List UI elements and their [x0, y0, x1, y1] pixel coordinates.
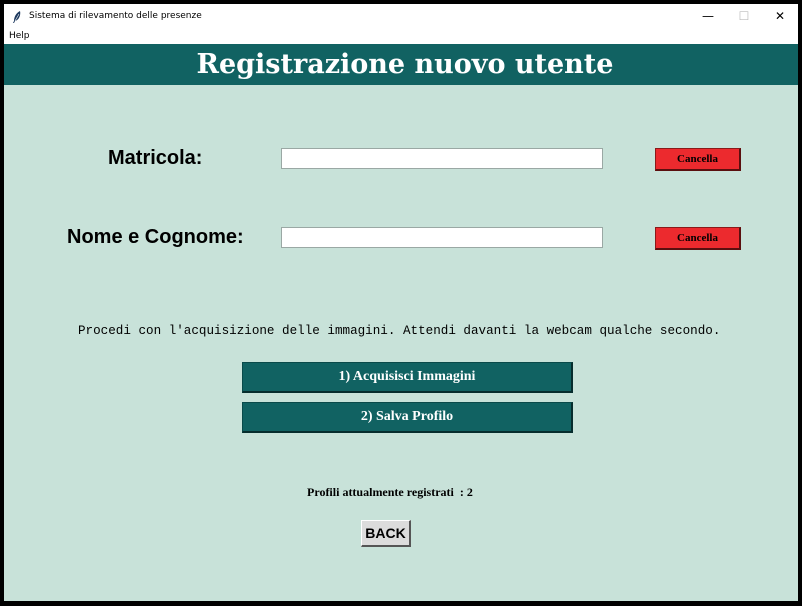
clear-matricola-button[interactable]: Cancella	[655, 148, 741, 171]
nome-cognome-input[interactable]	[281, 227, 603, 248]
page-header: Registrazione nuovo utente	[4, 44, 798, 85]
acquire-images-button[interactable]: 1) Acquisisci Immagini	[242, 362, 573, 393]
window-controls: — ☐ ✕	[690, 4, 798, 28]
maximize-icon[interactable]: ☐	[726, 4, 762, 28]
page-title: Registrazione nuovo utente	[196, 49, 614, 80]
minimize-icon[interactable]: —	[690, 4, 726, 28]
instruction-text: Procedi con l'acquisizione delle immagin…	[78, 324, 721, 338]
matricola-input[interactable]	[281, 148, 603, 169]
save-profile-button[interactable]: 2) Salva Profilo	[242, 402, 573, 433]
menu-bar: Help	[4, 28, 798, 44]
title-bar: Sistema di rilevamento delle presenze — …	[4, 4, 798, 28]
app-window: Sistema di rilevamento delle presenze — …	[4, 4, 798, 601]
close-icon[interactable]: ✕	[762, 4, 798, 28]
feather-icon	[11, 9, 23, 23]
registered-profiles-count: Profili attualmente registrati : 2	[307, 485, 473, 499]
nome-cognome-label: Nome e Cognome:	[67, 226, 244, 248]
matricola-label: Matricola:	[108, 147, 203, 169]
window-title: Sistema di rilevamento delle presenze	[29, 11, 202, 21]
menu-item-help[interactable]: Help	[9, 31, 30, 41]
back-button[interactable]: BACK	[361, 520, 411, 547]
clear-nome-button[interactable]: Cancella	[655, 227, 741, 250]
